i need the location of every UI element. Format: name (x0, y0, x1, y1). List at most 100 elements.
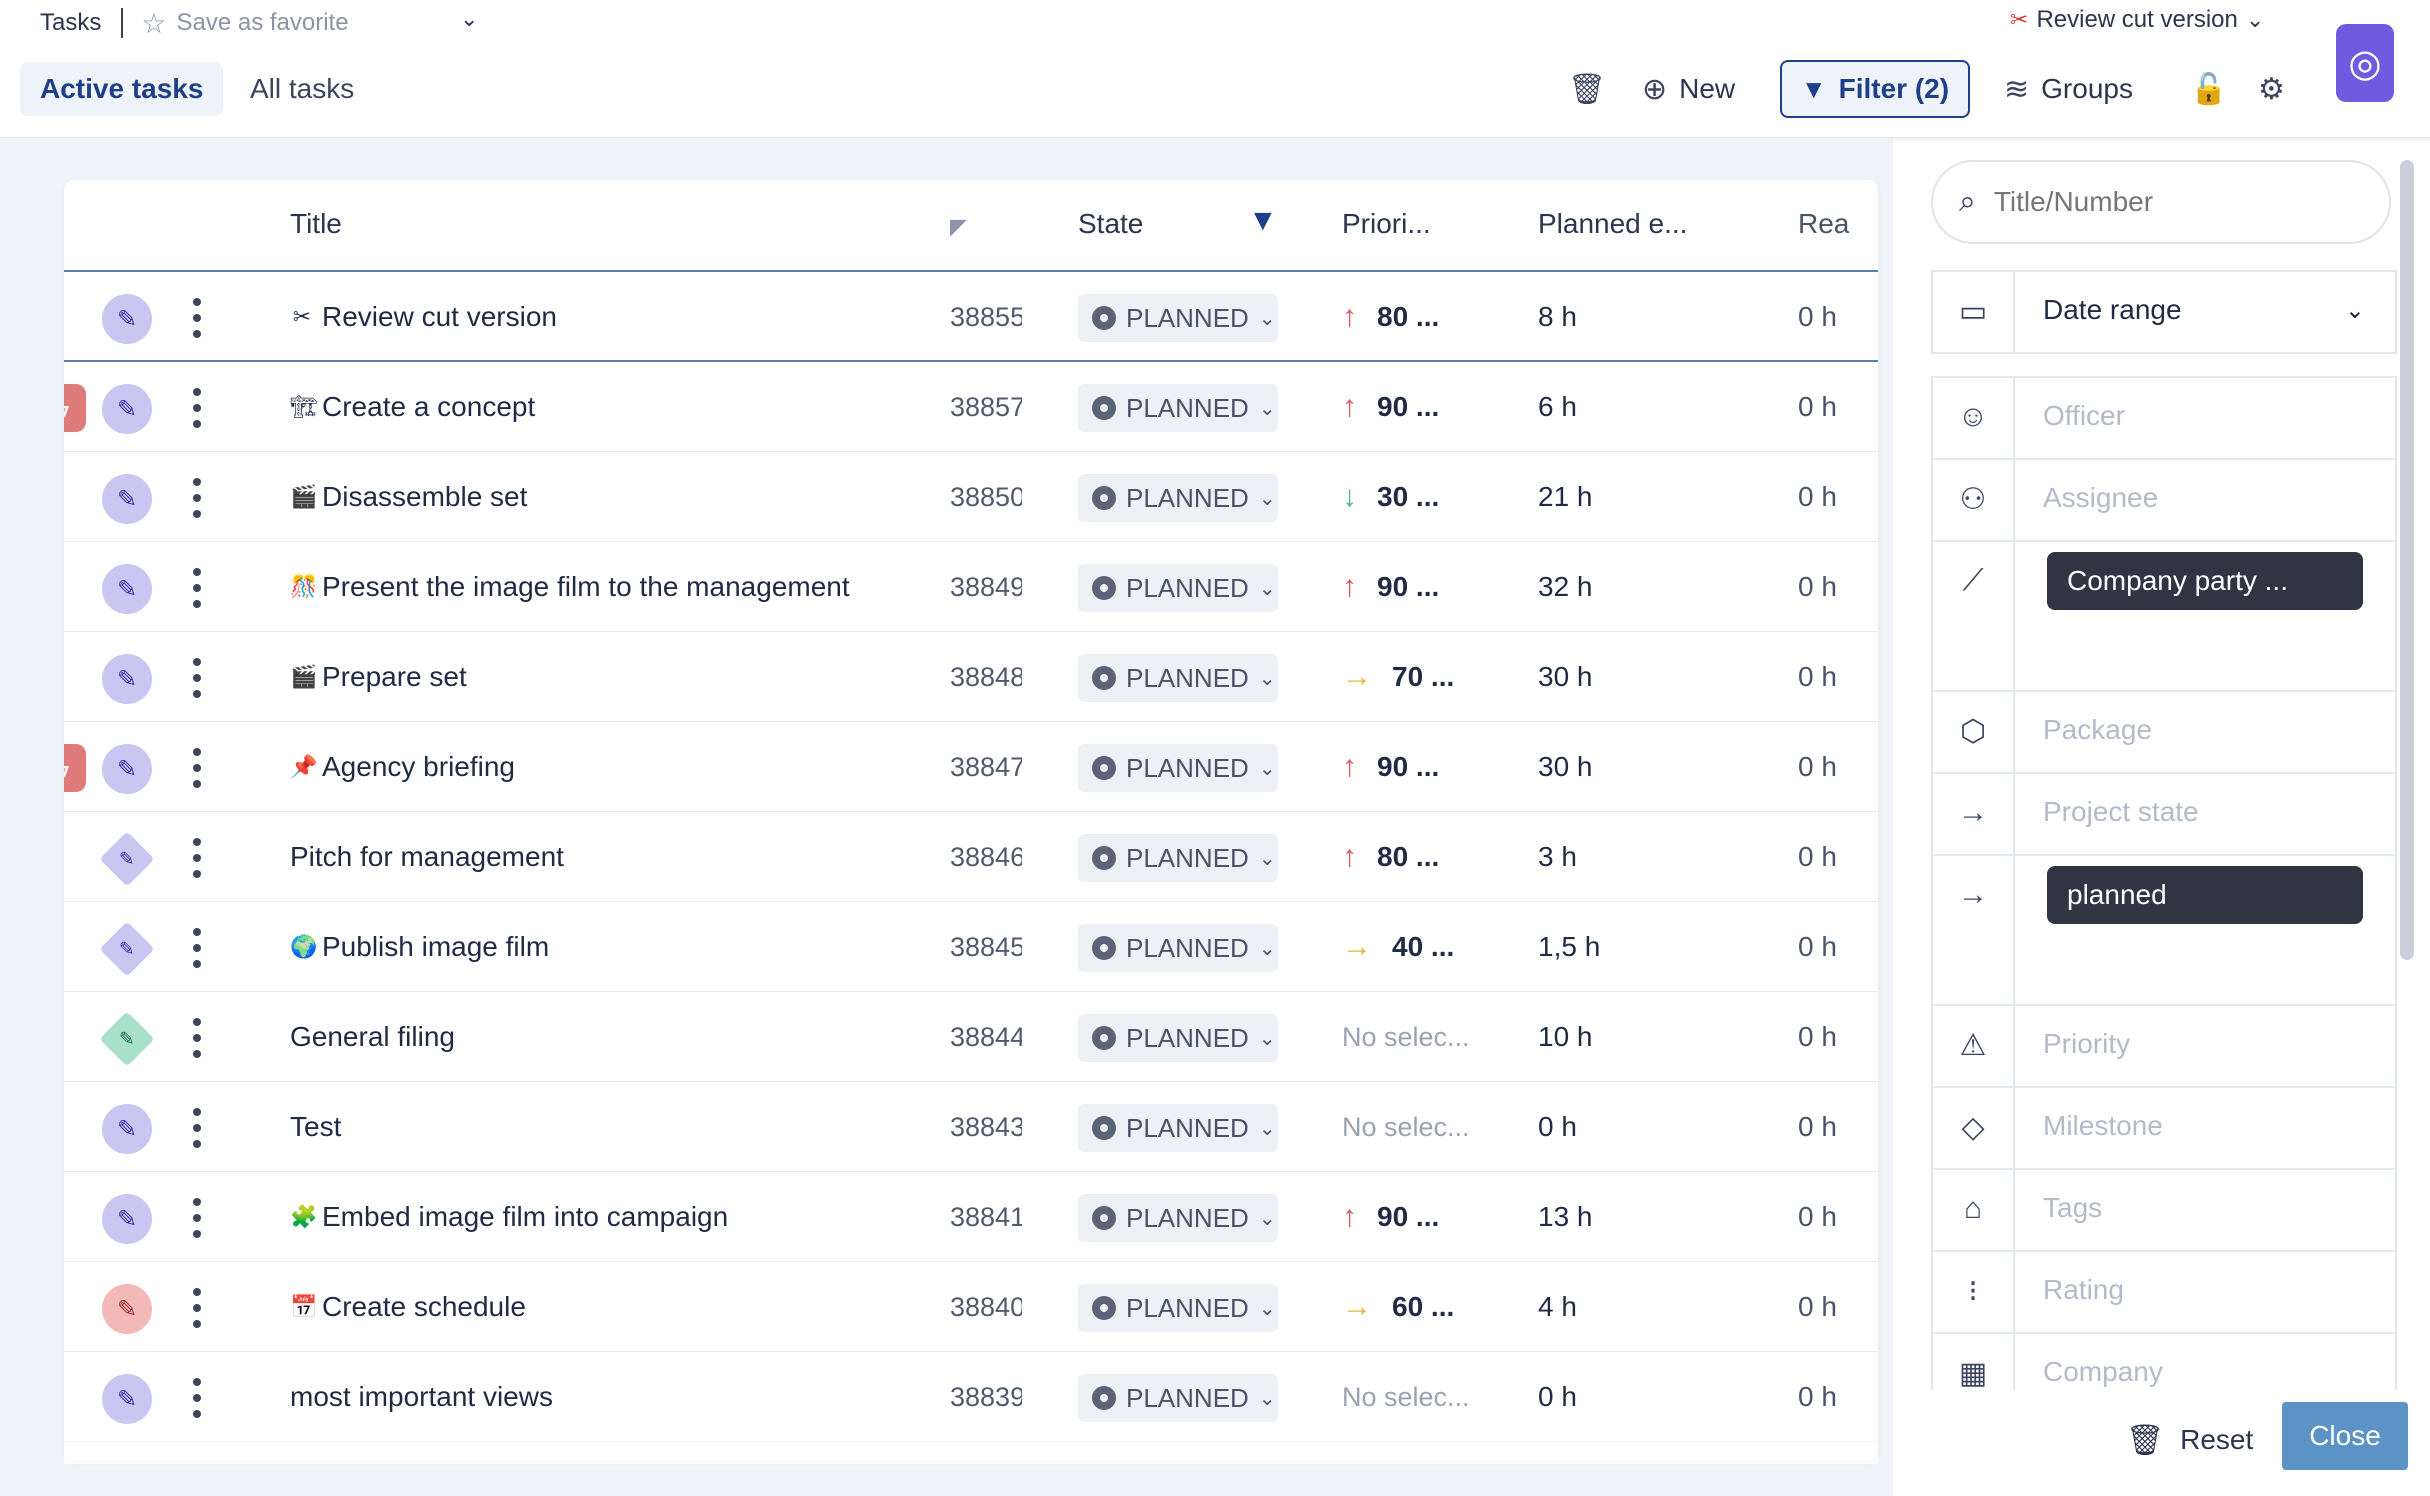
breadcrumb-tasks[interactable]: Tasks (40, 9, 101, 37)
settings-button[interactable]: ⚙ (2258, 60, 2285, 118)
task-title[interactable]: 🎊 Present the image film to the managemen… (290, 542, 990, 632)
task-title[interactable]: 🧩 Embed image film into campaign (290, 1172, 990, 1262)
package-filter[interactable]: ⬡ Package (1933, 692, 2395, 774)
state-chip[interactable]: planned (2047, 866, 2363, 924)
table-row[interactable]: ✎ Test 38843 PLANNED ⌄ No selec... 0 h 0 h (64, 1082, 1878, 1172)
milestone-filter[interactable]: ◇ Milestone (1933, 1088, 2395, 1170)
table-row[interactable]: ϟ✎📌Agency briefing38847 PLANNED ⌄ ↑ 90 .… (64, 722, 1878, 812)
state-dropdown[interactable]: PLANNED ⌄ (1078, 474, 1278, 522)
tab-all-tasks[interactable]: All tasks (230, 62, 374, 116)
table-row[interactable]: ✎ Pitch for management 38846 PLANNED ⌄ ↑ 8… (64, 812, 1878, 902)
tab-active-tasks[interactable]: Active tasks (20, 62, 224, 116)
state-dropdown[interactable]: PLANNED ⌄ (1078, 654, 1278, 702)
delete-button[interactable]: 🗑 (1568, 60, 1606, 118)
column-planned-effort[interactable]: Planned e... (1538, 208, 1687, 240)
state-dropdown[interactable]: PLANNED ⌄ (1078, 924, 1278, 972)
more-options-icon[interactable] (190, 298, 204, 338)
state-dropdown[interactable]: PLANNED ⌄ (1078, 564, 1278, 612)
edit-icon[interactable]: ✎ (102, 1374, 152, 1424)
state-dropdown[interactable]: PLANNED ⌄ (1078, 1284, 1278, 1332)
more-options-icon[interactable] (190, 928, 204, 968)
priority-filter[interactable]: ⚠ Priority (1933, 1006, 2395, 1088)
filter-active-icon[interactable]: ▼ (1248, 204, 1278, 238)
edit-icon[interactable]: ✎ (102, 474, 152, 524)
state-dropdown[interactable]: PLANNED ⌄ (1078, 1374, 1278, 1422)
edit-icon[interactable]: ✎ (99, 831, 155, 887)
task-title[interactable]: ✂ Review cut version (290, 272, 990, 362)
table-row[interactable]: ϟ✎🏗Create a concept38857 PLANNED ⌄ ↑ 90 … (64, 362, 1878, 452)
project-chip[interactable]: Company party ... (2047, 552, 2363, 610)
groups-button[interactable]: ≋ Groups (2004, 60, 2133, 118)
table-row[interactable]: ✎ 🎬 Disassemble set 38850 PLANNED ⌄ ↓ 30 ..… (64, 452, 1878, 542)
more-options-icon[interactable] (190, 1108, 204, 1148)
more-options-icon[interactable] (190, 1018, 204, 1058)
edit-icon[interactable]: ✎ (102, 744, 152, 794)
edit-icon[interactable]: ✎ (102, 564, 152, 614)
save-favorite-link[interactable]: Save as favorite (176, 9, 348, 37)
column-real-effort[interactable]: Rea (1798, 208, 1849, 240)
state-dropdown[interactable]: PLANNED ⌄ (1078, 1014, 1278, 1062)
more-options-icon[interactable] (190, 658, 204, 698)
table-row[interactable]: ✎ 🧩 Embed image film into campaign 38841 PL… (64, 1172, 1878, 1262)
task-title[interactable]: 📌 Agency briefing (290, 722, 990, 812)
edit-icon[interactable]: ✎ (102, 294, 152, 344)
edit-icon[interactable]: ✎ (99, 921, 155, 977)
state-filter[interactable]: → planned (1933, 856, 2395, 1006)
date-range-select[interactable]: ▭ Date range ⌄ (1933, 272, 2395, 354)
state-dropdown[interactable]: PLANNED ⌄ (1078, 294, 1278, 342)
rating-filter[interactable]: ⁝ Rating (1933, 1252, 2395, 1334)
task-title[interactable]: Pitch for management (290, 812, 990, 902)
search-box[interactable]: ⌕ (1931, 160, 2391, 244)
edit-icon[interactable]: ✎ (102, 1104, 152, 1154)
tags-filter[interactable]: ⌂ Tags (1933, 1170, 2395, 1252)
table-row[interactable]: ✎ 🌍 Publish image film 38845 PLANNED ⌄ → 40… (64, 902, 1878, 992)
more-options-icon[interactable] (190, 748, 204, 788)
search-input[interactable] (1993, 186, 2294, 218)
officer-filter[interactable]: ☺ Officer (1933, 378, 2395, 460)
new-button[interactable]: ⊕ New (1642, 60, 1735, 118)
current-task-selector[interactable]: ✂ Review cut version ⌄ (2010, 6, 2264, 34)
assignee-filter[interactable]: ⚇ Assignee (1933, 460, 2395, 542)
table-row[interactable]: ✎ 🎊 Present the image film to the manageme… (64, 542, 1878, 632)
table-row[interactable]: ✎ ✂ Review cut version 38855 PLANNED ⌄ ↑ 80… (64, 272, 1878, 362)
state-dropdown[interactable]: PLANNED ⌄ (1078, 744, 1278, 792)
reset-button[interactable]: 🗑 Reset (2126, 1410, 2253, 1470)
task-title[interactable]: 🎬 Disassemble set (290, 452, 990, 542)
column-title[interactable]: Title (290, 208, 342, 240)
state-dropdown[interactable]: PLANNED ⌄ (1078, 1194, 1278, 1242)
state-dropdown[interactable]: PLANNED ⌄ (1078, 834, 1278, 882)
lock-button[interactable]: 🔓 (2190, 60, 2227, 118)
state-dropdown[interactable]: PLANNED ⌄ (1078, 384, 1278, 432)
more-options-icon[interactable] (190, 478, 204, 518)
state-dropdown[interactable]: PLANNED ⌄ (1078, 1104, 1278, 1152)
task-title[interactable]: 📅 Create schedule (290, 1262, 990, 1352)
project-state-filter[interactable]: → Project state (1933, 774, 2395, 856)
sort-icon[interactable]: ◤ (950, 214, 967, 240)
task-title[interactable]: 🎬 Prepare set (290, 632, 990, 722)
edit-icon[interactable]: ✎ (99, 1011, 155, 1067)
filter-button[interactable]: ▼ Filter (2) (1780, 60, 1970, 118)
more-options-icon[interactable] (190, 568, 204, 608)
edit-icon[interactable]: ✎ (102, 384, 152, 434)
table-row[interactable]: ✎ 🎬 Prepare set 38848 PLANNED ⌄ → 70 ... 30… (64, 632, 1878, 722)
edit-icon[interactable]: ✎ (102, 1194, 152, 1244)
edit-icon[interactable]: ✎ (102, 1284, 152, 1334)
task-title[interactable]: 🏗 Create a concept (290, 362, 990, 452)
more-options-icon[interactable] (190, 838, 204, 878)
more-options-icon[interactable] (190, 1288, 204, 1328)
column-state[interactable]: State (1078, 208, 1143, 240)
table-row[interactable]: ✎ 📅 Create schedule 38840 PLANNED ⌄ → 60 ..… (64, 1262, 1878, 1352)
more-options-icon[interactable] (190, 1378, 204, 1418)
panel-scrollbar[interactable] (2400, 160, 2414, 960)
table-row[interactable]: ✎ General filing 38844 PLANNED ⌄ No selec.… (64, 992, 1878, 1082)
task-title[interactable]: General filing (290, 992, 990, 1082)
edit-icon[interactable]: ✎ (102, 654, 152, 704)
chevron-down-icon[interactable]: ⌄ (460, 6, 478, 32)
project-filter[interactable]: ⟋ Company party ... (1933, 542, 2395, 692)
more-options-icon[interactable] (190, 1198, 204, 1238)
more-options-icon[interactable] (190, 388, 204, 428)
star-icon[interactable]: ☆ (141, 7, 166, 40)
column-priority[interactable]: Priori... (1342, 208, 1431, 240)
task-title[interactable]: Test (290, 1082, 990, 1172)
task-title[interactable]: 🌍 Publish image film (290, 902, 990, 992)
